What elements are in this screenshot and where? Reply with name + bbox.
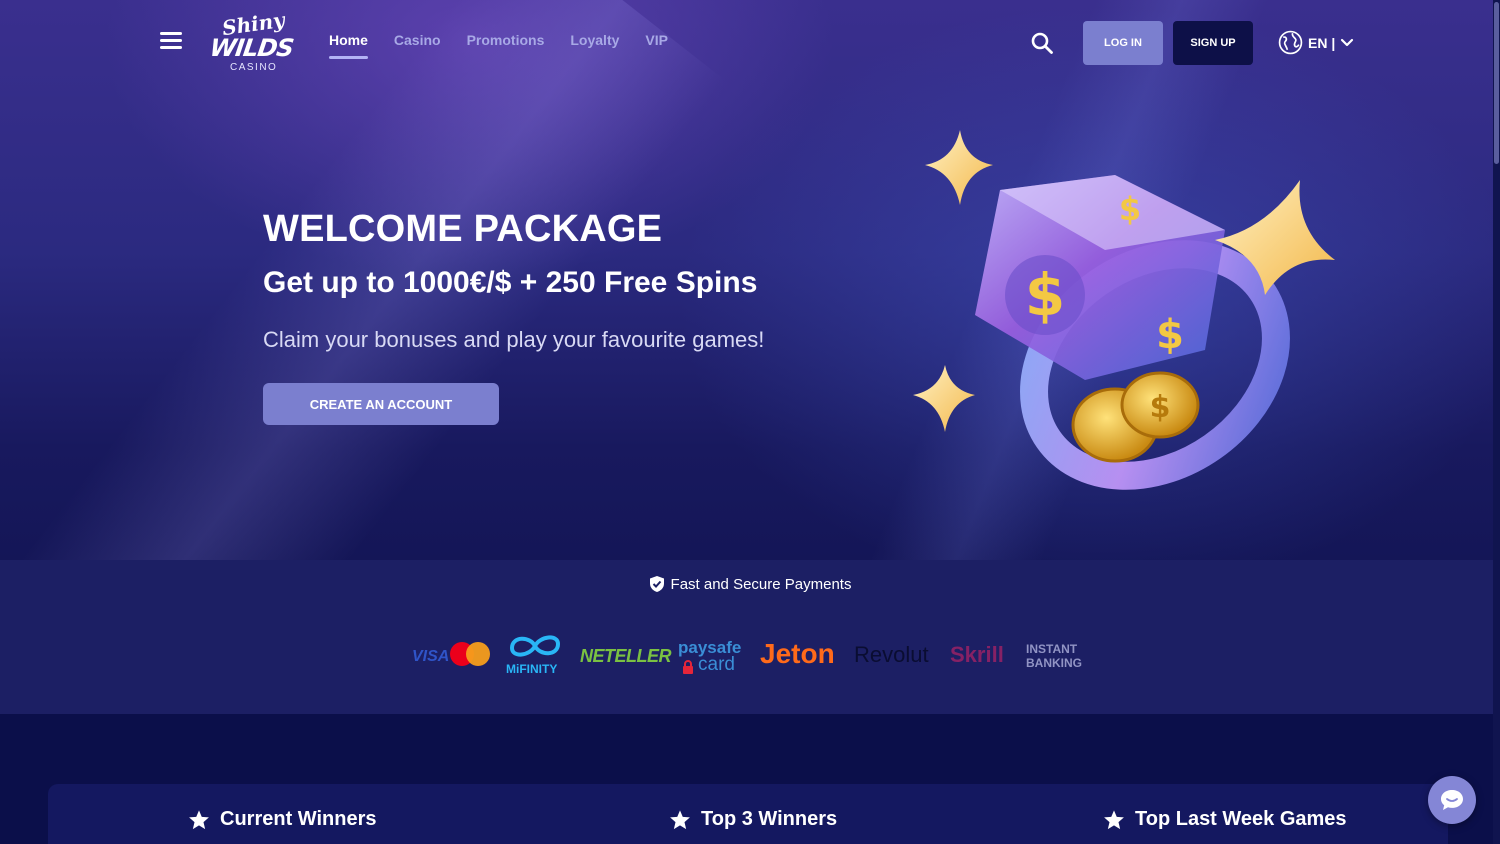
nav-item-casino[interactable]: Casino xyxy=(394,32,441,48)
svg-text:$: $ xyxy=(1156,312,1184,358)
hero-title: WELCOME PACKAGE xyxy=(263,208,663,250)
hamburger-icon-bar xyxy=(160,46,182,49)
tab-label: Current Winners xyxy=(220,808,377,830)
tab-label: Top Last Week Games xyxy=(1135,808,1347,830)
nav-item-home[interactable]: Home xyxy=(329,32,368,59)
mifinity-logo: MiFINITY xyxy=(506,662,558,676)
hamburger-icon-bar xyxy=(160,39,182,42)
dice-coins-illustration: $ $ $ $ xyxy=(913,130,1335,490)
mastercard-logo xyxy=(450,642,490,666)
svg-text:$: $ xyxy=(1025,261,1065,329)
revolut-logo: Revolut xyxy=(854,642,929,667)
star-icon xyxy=(1104,809,1124,829)
hamburger-icon xyxy=(160,32,182,35)
jeton-logo: Jeton xyxy=(760,638,835,669)
payments-section: Fast and Secure Payments VISA MiFINITY N… xyxy=(0,560,1500,714)
search-icon[interactable] xyxy=(1030,31,1054,55)
language-selector[interactable]: EN | xyxy=(1278,30,1354,55)
hero-description: Claim your bonuses and play your favouri… xyxy=(263,327,765,352)
star-icon xyxy=(670,809,690,829)
visa-logo: VISA xyxy=(412,648,450,665)
instant-banking-logo-top: INSTANT xyxy=(1026,642,1078,656)
paysafecard-lock-icon xyxy=(683,660,693,674)
create-account-button[interactable]: CREATE AN ACCOUNT xyxy=(263,383,499,425)
payment-logos: VISA MiFINITY NETELLER paysafe card Jeto… xyxy=(412,635,1092,680)
star-icon xyxy=(189,809,209,829)
chevron-down-icon xyxy=(1341,38,1354,46)
instant-banking-logo-bottom: BANKING xyxy=(1026,656,1082,670)
payments-heading: Fast and Secure Payments xyxy=(0,575,1500,593)
logo-text-main: WILDS xyxy=(208,34,295,62)
live-chat-button[interactable] xyxy=(1428,776,1476,824)
nav-item-loyalty[interactable]: Loyalty xyxy=(570,32,619,48)
hero-subtitle: Get up to 1000€/$ + 250 Free Spins xyxy=(263,266,758,299)
nav-item-vip[interactable]: VIP xyxy=(645,32,668,48)
site-header: Shiny WILDS CASINO Home Casino Promotion… xyxy=(0,0,1500,86)
hamburger-menu-button[interactable] xyxy=(160,32,182,52)
svg-text:$: $ xyxy=(1150,390,1171,425)
payments-title: Fast and Secure Payments xyxy=(670,575,852,593)
page-scrollbar[interactable] xyxy=(1493,0,1500,844)
paysafecard-logo-bottom: card xyxy=(698,654,735,675)
svg-text:$: $ xyxy=(1119,190,1141,228)
mifinity-icon xyxy=(509,635,561,657)
signup-button[interactable]: SIGN UP xyxy=(1173,21,1253,65)
neteller-logo: NETELLER xyxy=(580,646,672,666)
tab-current-winners[interactable]: Current Winners xyxy=(188,808,377,831)
shield-check-icon xyxy=(649,576,664,592)
site-logo[interactable]: Shiny WILDS CASINO xyxy=(208,8,295,76)
globe-icon xyxy=(1278,30,1303,55)
language-label: EN | xyxy=(1308,34,1336,51)
tab-top-last-week-games[interactable]: Top Last Week Games xyxy=(1103,808,1347,831)
nav-item-promotions[interactable]: Promotions xyxy=(467,32,545,48)
chat-icon xyxy=(1441,790,1463,810)
logo-text-sub: CASINO xyxy=(230,62,278,73)
skrill-logo: Skrill xyxy=(950,642,1004,667)
tab-label: Top 3 Winners xyxy=(701,808,838,830)
login-button[interactable]: LOG IN xyxy=(1083,21,1163,65)
tab-top-3-winners[interactable]: Top 3 Winners xyxy=(669,808,837,831)
scrollbar-thumb[interactable] xyxy=(1494,2,1499,164)
main-nav: Home Casino Promotions Loyalty VIP xyxy=(329,32,694,59)
